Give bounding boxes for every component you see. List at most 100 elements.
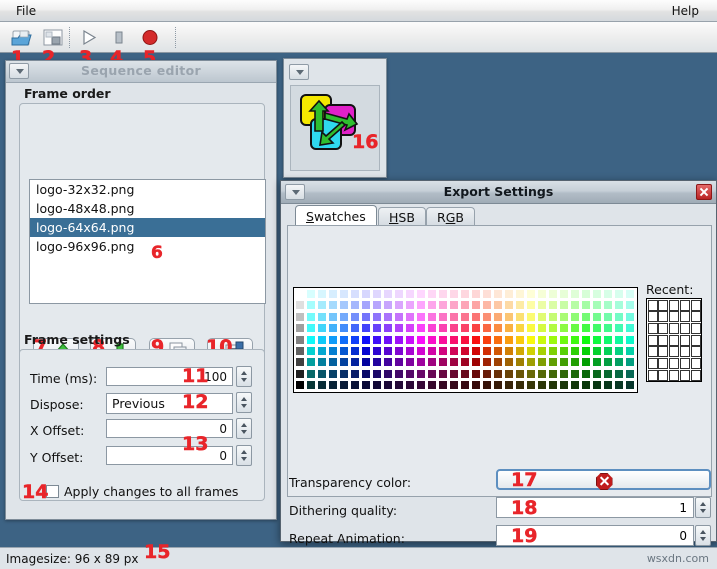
color-swatch[interactable] (295, 289, 305, 299)
color-swatch[interactable] (592, 357, 602, 367)
color-swatch[interactable] (614, 323, 624, 333)
color-swatch[interactable] (295, 380, 305, 390)
color-swatch[interactable] (504, 335, 514, 345)
color-swatch[interactable] (328, 357, 338, 367)
color-swatch[interactable] (581, 289, 591, 299)
recent-color-cell[interactable] (669, 358, 679, 369)
list-item[interactable]: logo-64x64.png (30, 218, 265, 237)
color-swatch[interactable] (493, 300, 503, 310)
color-swatch[interactable] (383, 346, 393, 356)
color-swatch[interactable] (383, 300, 393, 310)
recent-color-cell[interactable] (669, 370, 679, 381)
toolbar-stop-button[interactable] (107, 26, 131, 49)
recent-color-cell[interactable] (648, 323, 658, 334)
color-swatch[interactable] (405, 380, 415, 390)
color-swatch[interactable] (350, 300, 360, 310)
color-swatch[interactable] (482, 312, 492, 322)
color-swatch[interactable] (592, 323, 602, 333)
color-swatch[interactable] (405, 289, 415, 299)
color-swatch[interactable] (548, 335, 558, 345)
color-swatch[interactable] (416, 357, 426, 367)
color-swatch[interactable] (548, 380, 558, 390)
y-offset-input[interactable]: 0 (106, 446, 233, 465)
color-swatch[interactable] (603, 300, 613, 310)
color-swatch[interactable] (482, 369, 492, 379)
color-swatch[interactable] (526, 346, 536, 356)
recent-color-cell[interactable] (669, 346, 679, 357)
color-swatch[interactable] (603, 312, 613, 322)
time-ms-stepper[interactable] (236, 366, 252, 387)
color-swatch[interactable] (416, 369, 426, 379)
color-swatch[interactable] (460, 289, 470, 299)
color-swatch[interactable] (504, 369, 514, 379)
color-swatch[interactable] (449, 312, 459, 322)
color-swatch[interactable] (438, 300, 448, 310)
color-swatch[interactable] (460, 380, 470, 390)
y-offset-stepper[interactable] (236, 445, 252, 466)
recent-color-cell[interactable] (680, 358, 690, 369)
color-swatch[interactable] (460, 312, 470, 322)
color-swatch[interactable] (317, 380, 327, 390)
color-swatch[interactable] (372, 300, 382, 310)
color-swatch[interactable] (394, 300, 404, 310)
dispose-select[interactable]: Previous (106, 393, 233, 414)
close-button[interactable] (696, 184, 712, 200)
color-swatch[interactable] (328, 335, 338, 345)
color-swatch[interactable] (339, 335, 349, 345)
color-swatch[interactable] (306, 346, 316, 356)
color-swatch[interactable] (317, 335, 327, 345)
color-swatch[interactable] (372, 323, 382, 333)
color-swatch[interactable] (416, 335, 426, 345)
color-swatch[interactable] (306, 335, 316, 345)
color-swatch[interactable] (526, 323, 536, 333)
color-swatch[interactable] (493, 289, 503, 299)
color-swatch[interactable] (559, 300, 569, 310)
color-swatch[interactable] (570, 357, 580, 367)
color-swatch[interactable] (504, 357, 514, 367)
color-swatch[interactable] (438, 369, 448, 379)
color-swatch[interactable] (537, 300, 547, 310)
recent-color-cell[interactable] (691, 358, 701, 369)
color-swatch[interactable] (570, 323, 580, 333)
color-swatch[interactable] (306, 323, 316, 333)
color-swatch[interactable] (427, 369, 437, 379)
color-swatch[interactable] (493, 323, 503, 333)
color-swatch[interactable] (328, 380, 338, 390)
color-swatch[interactable] (306, 357, 316, 367)
color-swatch[interactable] (361, 357, 371, 367)
color-swatch[interactable] (559, 323, 569, 333)
color-swatch[interactable] (471, 300, 481, 310)
color-swatch[interactable] (427, 380, 437, 390)
color-swatch[interactable] (603, 346, 613, 356)
color-swatch[interactable] (614, 300, 624, 310)
color-swatch[interactable] (537, 289, 547, 299)
dispose-stepper[interactable] (236, 392, 252, 413)
color-swatch[interactable] (328, 323, 338, 333)
color-swatch[interactable] (372, 312, 382, 322)
color-swatch[interactable] (350, 357, 360, 367)
recent-color-cell[interactable] (648, 300, 658, 311)
color-swatch[interactable] (614, 335, 624, 345)
color-swatch[interactable] (350, 323, 360, 333)
color-swatch[interactable] (515, 300, 525, 310)
color-swatch[interactable] (361, 300, 371, 310)
color-swatch[interactable] (526, 335, 536, 345)
color-swatch[interactable] (592, 312, 602, 322)
color-swatch[interactable] (614, 289, 624, 299)
color-swatch[interactable] (317, 369, 327, 379)
x-offset-stepper[interactable] (236, 418, 252, 439)
color-swatch[interactable] (372, 289, 382, 299)
swatch-grid-container[interactable] (293, 287, 638, 393)
color-swatch[interactable] (295, 312, 305, 322)
list-item[interactable]: logo-32x32.png (30, 180, 265, 199)
color-swatch[interactable] (383, 312, 393, 322)
recent-color-cell[interactable] (648, 311, 658, 322)
color-swatch[interactable] (592, 369, 602, 379)
color-swatch[interactable] (394, 323, 404, 333)
recent-color-cell[interactable] (669, 311, 679, 322)
list-item[interactable]: logo-48x48.png (30, 199, 265, 218)
color-swatch[interactable] (614, 369, 624, 379)
recent-color-cell[interactable] (648, 370, 658, 381)
color-swatch[interactable] (592, 289, 602, 299)
recent-color-cell[interactable] (680, 300, 690, 311)
